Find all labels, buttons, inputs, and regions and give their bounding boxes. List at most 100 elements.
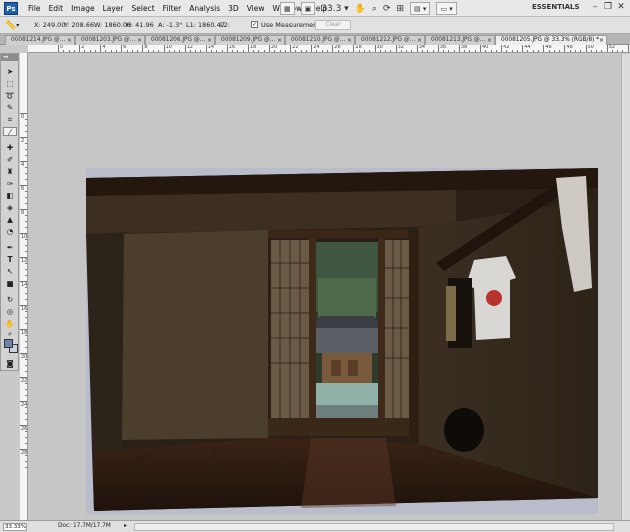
ruler-tick — [237, 50, 239, 52]
move-tool[interactable]: ➤ — [3, 67, 17, 76]
healing-brush-tool[interactable]: ✚ — [3, 143, 17, 152]
menu-edit[interactable]: Edit — [45, 0, 68, 17]
3d-orbit-tool[interactable]: ◎ — [3, 307, 17, 316]
screen-mode-button[interactable]: ▭ ▾ — [436, 2, 457, 15]
tab-document-2[interactable]: 00081203.JPG @... × — [75, 35, 145, 45]
menu-analysis[interactable]: Analysis — [185, 0, 224, 17]
path-select-tool[interactable]: ↖ — [3, 267, 17, 276]
healing-brush-icon: ✚ — [6, 143, 14, 152]
ruler-tick — [543, 45, 545, 52]
eraser-icon: ◧ — [6, 191, 14, 200]
quick-select-tool[interactable]: ✎ — [3, 103, 17, 112]
ruler-tick — [363, 50, 365, 52]
zoom-tool-button[interactable]: ⌕ — [372, 2, 377, 15]
ruler-tick — [163, 45, 165, 52]
rotate-view-button[interactable]: ⟳ — [383, 2, 391, 15]
close-icon[interactable]: × — [417, 36, 422, 45]
horizontal-scrollbar[interactable] — [134, 523, 614, 531]
eraser-tool[interactable]: ◧ — [3, 191, 17, 200]
zoom-tool[interactable]: ⌕ — [3, 329, 17, 338]
quick-mask-button[interactable]: ◙ — [3, 359, 17, 368]
ruler-tick — [485, 50, 487, 52]
ruler-label: 8 — [21, 210, 25, 216]
show-grid-button[interactable]: ⊞ — [397, 2, 405, 15]
ruler-tick — [131, 50, 133, 52]
tool-preset-picker[interactable]: 📏 ▾ — [5, 19, 25, 32]
ruler-tick — [369, 50, 371, 52]
tab-document-5[interactable]: 00081210.JPG @... × — [285, 35, 355, 45]
status-menu-arrow-icon[interactable]: ▸ — [124, 522, 127, 529]
menu-select[interactable]: Select — [128, 0, 159, 17]
minimize-button[interactable]: – — [589, 2, 601, 14]
history-brush-tool[interactable]: ✑ — [3, 179, 17, 188]
zoom-level-dropdown[interactable]: 33.3 ▾ — [321, 2, 348, 15]
menu-view[interactable]: View — [243, 0, 269, 17]
close-icon[interactable]: × — [137, 36, 142, 45]
ruler-tick — [590, 50, 592, 52]
l2-readout: L2: — [220, 21, 230, 29]
marquee-tool[interactable]: ⬚ — [3, 79, 17, 88]
3d-rotate-tool[interactable]: ↻ — [3, 295, 17, 304]
hand-tool[interactable]: ✋ — [3, 319, 17, 328]
zoom-percentage-field[interactable]: 33.33% — [3, 523, 27, 531]
tab-document-1[interactable]: 00081214.JPG @... × — [5, 35, 75, 45]
launch-minibridge-button[interactable]: ▣ — [300, 2, 316, 15]
ruler-tick — [200, 50, 202, 52]
ruler-tick — [168, 50, 170, 52]
ruler-tick — [189, 50, 191, 52]
ruler-tick — [421, 50, 423, 52]
ruler-tick — [358, 50, 360, 52]
type-tool[interactable]: T — [3, 255, 17, 264]
document-canvas[interactable] — [86, 168, 598, 514]
close-icon[interactable]: × — [599, 36, 604, 45]
ruler-label: 24 — [21, 402, 28, 408]
dodge-tool[interactable]: ◔ — [3, 227, 17, 236]
close-icon[interactable]: × — [347, 36, 352, 45]
ruler-tool[interactable]: ⁄ — [3, 127, 17, 137]
arrange-documents-button[interactable]: ▤ ▾ — [410, 2, 431, 15]
menu-3d[interactable]: 3D — [224, 0, 243, 17]
ruler-vertical[interactable]: 0 2 4 6 8 10 12 14 16 18 20 22 24 26 28 — [20, 53, 28, 521]
pen-tool[interactable]: ✒ — [3, 243, 17, 252]
hand-tool-button[interactable]: ✋ — [355, 2, 366, 15]
close-icon[interactable]: × — [277, 36, 282, 45]
measurement-scale-checkbox[interactable]: ✓ — [251, 21, 258, 28]
menu-image[interactable]: Image — [67, 0, 99, 17]
clone-stamp-tool[interactable]: ♜ — [3, 167, 17, 176]
lasso-tool[interactable]: ➰ — [3, 91, 17, 100]
ruler-tick — [474, 50, 476, 52]
arrange-icon: ▤ ▾ — [414, 4, 427, 13]
menu-file[interactable]: File — [24, 0, 45, 17]
ruler-tick — [532, 50, 534, 52]
document-size-info: Doc: 17.7M/17.7M — [58, 523, 111, 529]
workspace-switcher[interactable]: ESSENTIALS — [532, 3, 580, 14]
tools-panel-header[interactable]: ◂◂ — [1, 54, 18, 61]
tab-document-7[interactable]: 00081213.JPG @... × — [425, 35, 495, 45]
close-icon[interactable]: × — [487, 36, 492, 45]
ruler-label: 20 — [271, 45, 278, 50]
vertical-scrollbar[interactable] — [621, 54, 630, 520]
tab-document-6[interactable]: 00081212.JPG @... × — [355, 35, 425, 45]
close-icon[interactable]: × — [67, 36, 72, 45]
tab-document-3[interactable]: 00081206.JPG @... × — [145, 35, 215, 45]
menu-filter[interactable]: Filter — [159, 0, 186, 17]
clear-button[interactable]: Clear — [315, 20, 351, 30]
paint-bucket-tool[interactable]: ◈ — [3, 203, 17, 212]
ruler-label: 22 — [292, 45, 299, 50]
blur-tool[interactable]: ▲ — [3, 215, 17, 224]
rectangle-tool[interactable]: ■ — [3, 279, 17, 288]
ruler-horizontal[interactable]: 0 2 4 6 8 10 12 14 16 18 20 22 24 26 28 30 32 34 36 38 40 42 4… — [28, 45, 630, 53]
brush-tool[interactable]: ✐ — [3, 155, 17, 164]
restore-button[interactable]: ❐ — [602, 2, 614, 14]
tab-document-4[interactable]: 00081209.JPG @... × — [215, 35, 285, 45]
close-button[interactable]: ✕ — [615, 2, 627, 14]
close-icon[interactable]: × — [207, 36, 212, 45]
tab-document-active[interactable]: 00081205.JPG @ 33.3% (RGB/8) * × — [495, 35, 607, 45]
menu-layer[interactable]: Layer — [99, 0, 128, 17]
launch-bridge-button[interactable]: ▦ — [280, 2, 295, 15]
foreground-color-swatch[interactable] — [4, 339, 13, 348]
history-brush-icon: ✑ — [6, 179, 14, 188]
canvas-area[interactable] — [28, 54, 630, 520]
ruler-tick — [84, 50, 86, 52]
crop-tool[interactable]: ⌗ — [3, 115, 17, 124]
